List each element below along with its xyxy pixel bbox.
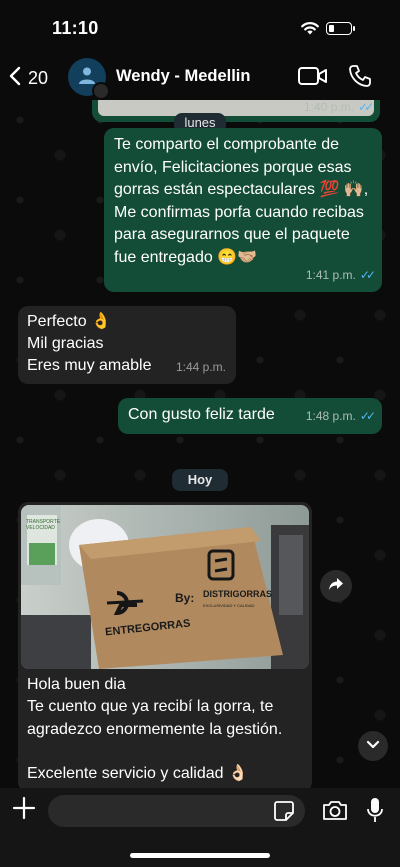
- back-button[interactable]: 20: [8, 66, 48, 91]
- read-ticks-icon: ✓✓: [359, 408, 376, 423]
- message-image[interactable]: TRANSPORTE VELOCIDAD ENTREGORRAS By: DIS…: [21, 505, 309, 669]
- read-ticks-icon: ✓✓: [358, 100, 374, 114]
- box-tagline: EXCLUSIVIDAD Y CALIDAD: [203, 603, 255, 608]
- status-time: 11:10: [52, 18, 99, 38]
- home-indicator: [130, 853, 270, 858]
- video-icon[interactable]: [298, 66, 328, 91]
- scroll-down-button[interactable]: [358, 731, 388, 761]
- incoming-message[interactable]: Perfecto 👌 Mil gracias Eres muy amable 1…: [18, 306, 236, 384]
- plus-icon[interactable]: [12, 796, 36, 825]
- unread-count: 20: [28, 68, 49, 88]
- message-line: Te cuento que ya recibí la gorra, te agr…: [27, 698, 283, 738]
- message-text: Con gusto feliz tarde: [128, 406, 275, 423]
- phone-icon[interactable]: [348, 64, 372, 93]
- mic-icon[interactable]: [366, 797, 384, 828]
- sticker-icon[interactable]: [273, 800, 295, 827]
- battery-icon: [326, 22, 355, 35]
- wifi-icon: [300, 20, 320, 41]
- message-line: Eres muy amable: [27, 357, 152, 374]
- wall-sign-text: TRANSPORTE VELOCIDAD: [26, 519, 61, 531]
- chevron-down-icon: [366, 737, 380, 755]
- contact-name[interactable]: Wendy - Medellin: [116, 67, 250, 86]
- camera-icon[interactable]: [322, 799, 348, 826]
- message-line: Hola buen dia: [27, 676, 126, 693]
- message-meta: 1:48 p.m. ✓✓: [306, 405, 376, 428]
- back-chevron-icon: [8, 66, 22, 91]
- outgoing-message[interactable]: Con gusto feliz tarde 1:48 p.m. ✓✓: [118, 398, 382, 434]
- share-icon: [328, 577, 344, 596]
- message-line: Perfecto 👌: [27, 313, 111, 330]
- message-meta: 1:40 p.m. ✓✓: [304, 100, 374, 114]
- message-line: Excelente servicio y calidad 👌🏻: [27, 765, 248, 782]
- message-line: Mil gracias: [27, 335, 104, 352]
- message-text: Te comparto el comprobante de envío, Fel…: [114, 136, 369, 266]
- box-label-by: By:: [175, 591, 195, 605]
- forward-button[interactable]: [320, 570, 352, 602]
- message-meta: 1:41 p.m. ✓✓: [306, 264, 376, 287]
- incoming-image-message[interactable]: TRANSPORTE VELOCIDAD ENTREGORRAS By: DIS…: [18, 502, 312, 792]
- outgoing-message[interactable]: Te comparto el comprobante de envío, Fel…: [104, 128, 382, 292]
- message-meta: 1:44 p.m.: [175, 359, 226, 374]
- read-ticks-icon: ✓✓: [359, 267, 376, 282]
- status-indicator: [92, 82, 110, 100]
- message-input[interactable]: [48, 795, 305, 827]
- date-separator: Hoy: [172, 469, 228, 491]
